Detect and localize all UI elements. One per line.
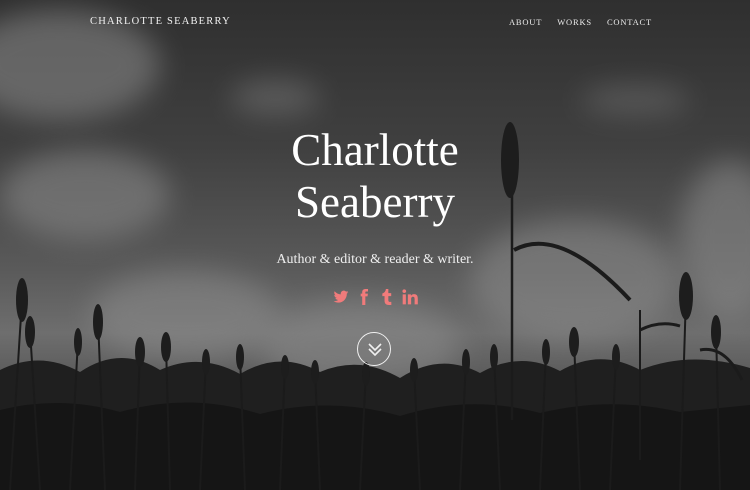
nav-menu: ABOUT WORKS CONTACT bbox=[509, 17, 652, 27]
twitter-icon[interactable] bbox=[333, 289, 349, 305]
hero-title-line-1: Charlotte bbox=[291, 125, 459, 175]
nav-item-works[interactable]: WORKS bbox=[557, 17, 592, 27]
hero-background bbox=[0, 0, 750, 490]
tumblr-icon[interactable] bbox=[379, 289, 395, 305]
facebook-icon[interactable] bbox=[356, 289, 372, 305]
top-navbar: CHARLOTTE SEABERRY ABOUT WORKS CONTACT bbox=[0, 0, 750, 46]
hero-tagline: Author & editor & reader & writer. bbox=[276, 252, 474, 267]
grass-field-image bbox=[0, 122, 750, 490]
scroll-down-button[interactable] bbox=[357, 332, 391, 366]
double-chevron-down-icon bbox=[368, 343, 382, 357]
nav-item-contact[interactable]: CONTACT bbox=[607, 17, 652, 27]
nav-item-about[interactable]: ABOUT bbox=[509, 17, 542, 27]
hero-title: Charlotte Seaberry bbox=[0, 124, 750, 228]
brand-link[interactable]: CHARLOTTE SEABERRY bbox=[90, 16, 231, 27]
hero-title-line-2: Seaberry bbox=[295, 177, 455, 227]
social-links bbox=[0, 289, 750, 305]
linkedin-icon[interactable] bbox=[401, 289, 418, 305]
